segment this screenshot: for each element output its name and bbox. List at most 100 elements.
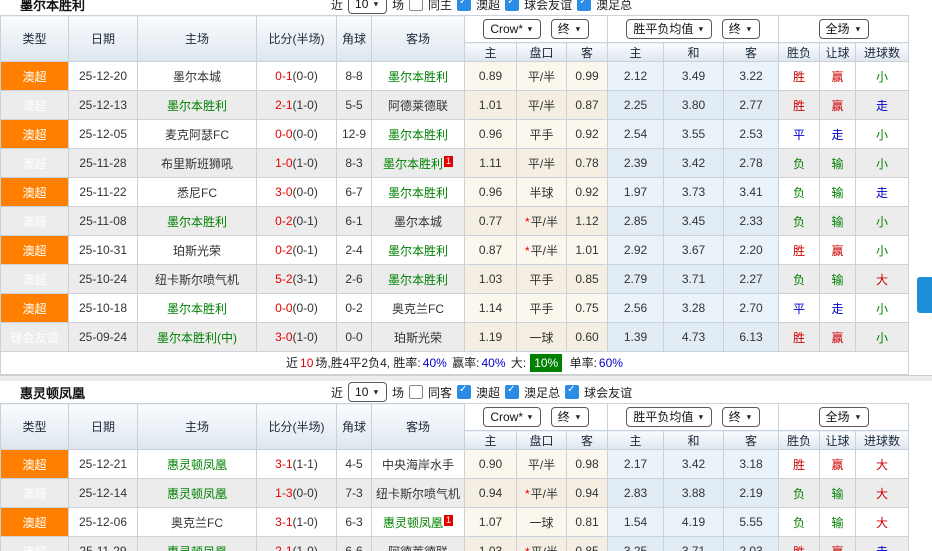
bookmaker-select[interactable]: Crow*	[483, 19, 542, 39]
floating-side-tab-button[interactable]	[917, 277, 932, 313]
same-venue-checkbox-2[interactable]	[409, 385, 424, 399]
team-name[interactable]: 麦克阿瑟FC	[165, 128, 229, 142]
away-team: 中央海岸水手	[371, 449, 465, 479]
rank-badge: 1	[444, 155, 454, 167]
team-name[interactable]: 阿德莱德联	[388, 99, 448, 113]
friendly-checkbox-checked-icon[interactable]	[565, 384, 580, 399]
europe-draw-odds: 4.73	[663, 322, 725, 352]
europe-final-select-2[interactable]: 终	[721, 407, 760, 427]
europe-draw-odds: 3.45	[663, 206, 725, 236]
team-name[interactable]: 阿德莱德联	[388, 545, 448, 551]
team-name[interactable]: 珀斯光荣	[173, 244, 221, 258]
match-row: 澳超 25-11-28 布里斯班狮吼 1-0(1-0) 8-3 墨尔本胜利 1 1.11 平/半…	[0, 148, 910, 178]
team-name[interactable]: 悉尼FC	[177, 186, 217, 200]
team-name[interactable]: 惠灵顿凤凰	[167, 545, 227, 551]
handicap-away-odds: 0.85	[565, 264, 609, 294]
team-name[interactable]: 墨尔本城	[394, 215, 442, 229]
scope-select-2[interactable]: 全场	[818, 407, 869, 427]
col-header-let: 让球	[819, 430, 857, 450]
col-header-score: 比分(半场)	[256, 15, 337, 62]
europe-draw-odds: 3.73	[663, 177, 725, 207]
team-name[interactable]: 珀斯光荣	[394, 331, 442, 345]
team-name[interactable]: 奥克兰FC	[392, 302, 444, 316]
home-team: 纽卡斯尔喷气机	[137, 264, 257, 294]
handicap-line: 平/半	[516, 148, 567, 178]
stats-summary: 近 10 场,胜4平2负4, 胜率: 40% 赢率: 40% 大: 10% 单率: 60%	[0, 352, 909, 375]
col-header-goals: 进球数	[855, 42, 910, 62]
league-checkbox-checked-icon[interactable]	[457, 384, 472, 399]
match-count-select[interactable]: 10	[348, 0, 388, 14]
team-name[interactable]: 墨尔本胜利	[383, 157, 443, 171]
team-name[interactable]: 墨尔本胜利	[388, 273, 448, 287]
europe-draw-odds: 3.49	[663, 61, 725, 91]
match-count-select-2[interactable]: 10	[348, 382, 388, 402]
result-goals: 大	[855, 449, 910, 479]
away-team: 墨尔本胜利	[371, 119, 465, 149]
league-checkbox-checked-icon[interactable]	[457, 0, 472, 11]
corner-score: 6-6	[336, 536, 372, 551]
match-type-badge: 澳超	[0, 90, 69, 120]
team-name[interactable]: 中央海岸水手	[382, 458, 454, 472]
team-name[interactable]: 墨尔本胜利	[388, 70, 448, 84]
col-header-corner: 角球	[336, 15, 372, 62]
col-header-home: 主场	[137, 15, 257, 62]
result-goals: 走	[855, 536, 910, 551]
team-name[interactable]: 奥克兰FC	[171, 516, 223, 530]
team-name[interactable]: 墨尔本胜利	[167, 99, 227, 113]
cup-checkbox-checked-icon[interactable]	[505, 384, 520, 399]
handicap-away-odds: 0.78	[565, 148, 609, 178]
league-label: 澳超	[476, 0, 501, 12]
result-handicap: 输	[819, 206, 857, 236]
handicap-home-odds: 1.03	[464, 536, 517, 551]
match-date: 25-12-20	[68, 61, 138, 91]
team-name[interactable]: 纽卡斯尔喷气机	[155, 273, 239, 287]
result-goals: 小	[855, 148, 910, 178]
europe-final-select[interactable]: 终	[721, 19, 760, 39]
team-name[interactable]: 惠灵顿凤凰	[167, 458, 227, 472]
team-name[interactable]: 墨尔本胜利	[388, 186, 448, 200]
result-goals: 小	[855, 206, 910, 236]
corner-score: 12-9	[336, 119, 372, 149]
result-handicap: 走	[819, 293, 857, 323]
cup-checkbox-checked-icon[interactable]	[577, 0, 592, 11]
team-name[interactable]: 纽卡斯尔喷气机	[376, 487, 460, 501]
handicap-final-select-2[interactable]: 终	[550, 407, 589, 427]
home-team: 悉尼FC	[137, 177, 257, 207]
handicap-final-select[interactable]: 终	[550, 19, 589, 39]
result-winlose: 负	[778, 264, 821, 294]
near-label: 近	[331, 0, 344, 12]
team-name[interactable]: 墨尔本胜利	[167, 302, 227, 316]
europe-odds-select-2[interactable]: 胜平负均值	[626, 407, 713, 427]
corner-score: 5-5	[336, 90, 372, 120]
bookmaker-select-2[interactable]: Crow*	[483, 407, 542, 427]
team-name[interactable]: 惠灵顿凤凰	[383, 516, 443, 530]
match-type-badge: 澳超	[0, 119, 69, 149]
scope-select[interactable]: 全场	[818, 19, 869, 39]
match-date: 25-12-06	[68, 507, 138, 537]
away-team: 墨尔本胜利 1	[371, 148, 465, 178]
result-winlose: 胜	[778, 536, 821, 551]
result-winlose: 胜	[778, 90, 821, 120]
team-name[interactable]: 墨尔本城	[173, 70, 221, 84]
result-goals: 大	[855, 507, 910, 537]
match-date: 25-10-31	[68, 235, 138, 265]
same-venue-checkbox[interactable]	[409, 0, 424, 11]
result-winlose: 负	[778, 148, 821, 178]
match-type-badge: 澳超	[0, 293, 69, 323]
team-name[interactable]: 布里斯班狮吼	[161, 157, 233, 171]
team-name[interactable]: 惠灵顿凤凰	[167, 487, 227, 501]
friendly-checkbox-checked-icon[interactable]	[505, 0, 520, 11]
team-name[interactable]: 墨尔本胜利(中)	[157, 331, 237, 345]
handicap-home-odds: 1.11	[464, 148, 517, 178]
team-name[interactable]: 墨尔本胜利	[388, 244, 448, 258]
europe-away-odds: 2.03	[723, 536, 780, 551]
col-header-goals: 进球数	[855, 430, 910, 450]
team-name[interactable]: 墨尔本胜利	[388, 128, 448, 142]
scope-select-group: 全场	[778, 403, 910, 431]
corner-score: 2-6	[336, 264, 372, 294]
corner-score: 7-3	[336, 478, 372, 508]
handicap-line: 一球	[516, 322, 567, 352]
away-team: 阿德莱德联	[371, 90, 465, 120]
team-name[interactable]: 墨尔本胜利	[167, 215, 227, 229]
europe-odds-select[interactable]: 胜平负均值	[626, 19, 713, 39]
